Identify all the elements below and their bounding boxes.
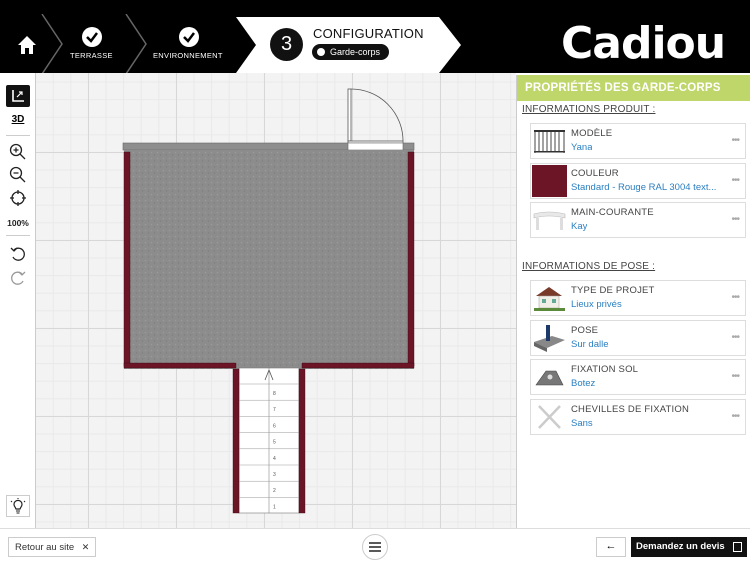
property-value[interactable]: Standard - Rouge RAL 3004 text... (571, 182, 716, 193)
back-to-site-button[interactable]: Retour au site ✕ (8, 537, 97, 557)
stair-step-number: 8 (273, 391, 276, 397)
step-number-badge: 3 (270, 28, 303, 61)
tips-button[interactable] (6, 495, 30, 517)
bottom-bar: Retour au site ✕ ← Demandez un devis (0, 528, 750, 563)
more-options-icon[interactable]: ••• (731, 332, 739, 343)
recenter-button[interactable] (6, 187, 30, 209)
railing-model-thumb-icon (534, 130, 565, 153)
step-environnement-label[interactable]: ENVIRONNEMENT (153, 51, 223, 60)
back-to-site-label: Retour au site (15, 542, 75, 553)
property-card-pose[interactable]: POSE Sur dalle ••• (530, 320, 746, 356)
property-card-floor-fixing[interactable]: FIXATION SOL Botez ••• (530, 359, 746, 395)
more-options-icon[interactable]: ••• (731, 175, 739, 186)
plan-drawing[interactable]: 8 7 6 5 4 3 2 1 (36, 73, 516, 528)
step-environnement-check-icon[interactable] (179, 27, 199, 47)
step-terrasse-label[interactable]: TERRASSE (70, 51, 113, 60)
more-options-icon[interactable]: ••• (731, 371, 739, 382)
step-terrasse-check-icon[interactable] (82, 27, 102, 47)
slab-mount-thumb-icon (534, 325, 565, 352)
menu-button[interactable] (362, 534, 388, 560)
more-options-icon[interactable]: ••• (731, 411, 739, 422)
step-substep-pill[interactable]: Garde-corps (312, 44, 390, 60)
step-substep-label: Garde-corps (330, 47, 381, 57)
step-separator-icon (41, 14, 63, 74)
property-value[interactable]: Botez (571, 378, 595, 389)
top-bar: TERRASSE ENVIRONNEMENT 3 CONFIGURATION G… (0, 0, 750, 74)
stair[interactable]: 8 7 6 5 4 3 2 1 (232, 367, 306, 514)
lightbulb-icon (10, 498, 26, 514)
zoom-in-button[interactable] (6, 141, 30, 163)
more-options-icon[interactable]: ••• (731, 214, 739, 225)
property-label: COULEUR (571, 168, 619, 179)
property-label: MODÈLE (571, 128, 613, 139)
stair-railing-left[interactable] (232, 368, 240, 514)
stair-step-number: 5 (273, 440, 276, 446)
redo-icon (11, 271, 26, 285)
redo-button[interactable] (6, 267, 30, 289)
undo-button[interactable] (6, 243, 30, 265)
panel-title: PROPRIÉTÉS DES GARDE-CORPS (517, 75, 750, 101)
zoom-in-icon (9, 143, 26, 160)
pose-section-title: INFORMATIONS DE POSE : (522, 261, 656, 272)
house-thumb-icon (534, 287, 565, 311)
property-card-color[interactable]: COULEUR Standard - Rouge RAL 3004 text..… (530, 163, 746, 199)
divider (6, 235, 30, 236)
terrace-floor[interactable] (124, 150, 414, 369)
stair-step-number: 6 (273, 423, 276, 429)
property-value[interactable]: Sans (571, 418, 593, 429)
hamburger-icon (369, 542, 381, 552)
zoom-out-button[interactable] (6, 164, 30, 186)
property-card-handrail[interactable]: MAIN-COURANTE Kay ••• (530, 202, 746, 238)
view-3d-label: 3D (11, 113, 25, 125)
property-label: CHEVILLES DE FIXATION (571, 404, 690, 415)
select-tool-button[interactable] (6, 85, 30, 107)
previous-button[interactable]: ← (596, 537, 626, 557)
zoom-out-icon (9, 166, 26, 183)
request-quote-button[interactable]: Demandez un devis (631, 537, 747, 557)
crosshair-icon (10, 190, 26, 206)
brand-logo: Cadiou (561, 18, 726, 69)
stair-step-number: 3 (273, 472, 276, 478)
request-quote-label: Demandez un devis (636, 541, 725, 552)
property-card-project-type[interactable]: TYPE DE PROJET Lieux privés ••• (530, 280, 746, 316)
property-value[interactable]: Sur dalle (571, 339, 609, 350)
save-icon (732, 542, 742, 552)
property-value[interactable]: Kay (571, 221, 587, 232)
close-icon[interactable]: ✕ (82, 542, 90, 552)
floor-bracket-thumb-icon (535, 370, 564, 386)
handrail-thumb-icon (533, 211, 566, 230)
property-label: TYPE DE PROJET (571, 285, 655, 296)
stair-step-number: 2 (273, 488, 276, 494)
plan-2d-icon (12, 90, 24, 102)
stair-step-number: 1 (273, 504, 276, 510)
cross-thumb-icon (538, 405, 561, 429)
property-value[interactable]: Yana (571, 142, 592, 153)
more-options-icon[interactable]: ••• (731, 135, 739, 146)
property-card-anchors[interactable]: CHEVILLES DE FIXATION Sans ••• (530, 399, 746, 435)
door-swing (347, 88, 404, 146)
property-value[interactable]: Lieux privés (571, 299, 622, 310)
zoom-level: 100% (7, 218, 29, 228)
property-label: FIXATION SOL (571, 364, 639, 375)
property-card-model[interactable]: MODÈLE Yana ••• (530, 123, 746, 159)
more-options-icon[interactable]: ••• (731, 292, 739, 303)
plan-canvas[interactable]: 8 7 6 5 4 3 2 1 (36, 73, 516, 528)
properties-panel: PROPRIÉTÉS DES GARDE-CORPS INFORMATIONS … (516, 75, 750, 528)
product-section-title: INFORMATIONS PRODUIT : (522, 104, 656, 115)
home-icon[interactable] (14, 33, 40, 57)
property-label: MAIN-COURANTE (571, 207, 654, 218)
step-configuration-title: CONFIGURATION (313, 26, 424, 41)
left-toolbar: 3D 100% (0, 73, 36, 528)
stair-railing-right[interactable] (298, 368, 306, 514)
step-separator-icon (125, 14, 147, 74)
radio-dot-icon (317, 48, 325, 56)
property-label: POSE (571, 325, 599, 336)
divider (6, 135, 30, 136)
view-3d-button[interactable]: 3D (6, 108, 30, 130)
stair-step-number: 7 (273, 407, 276, 413)
undo-icon (10, 247, 25, 261)
stair-step-number: 4 (273, 456, 276, 462)
color-swatch-icon (532, 165, 567, 197)
